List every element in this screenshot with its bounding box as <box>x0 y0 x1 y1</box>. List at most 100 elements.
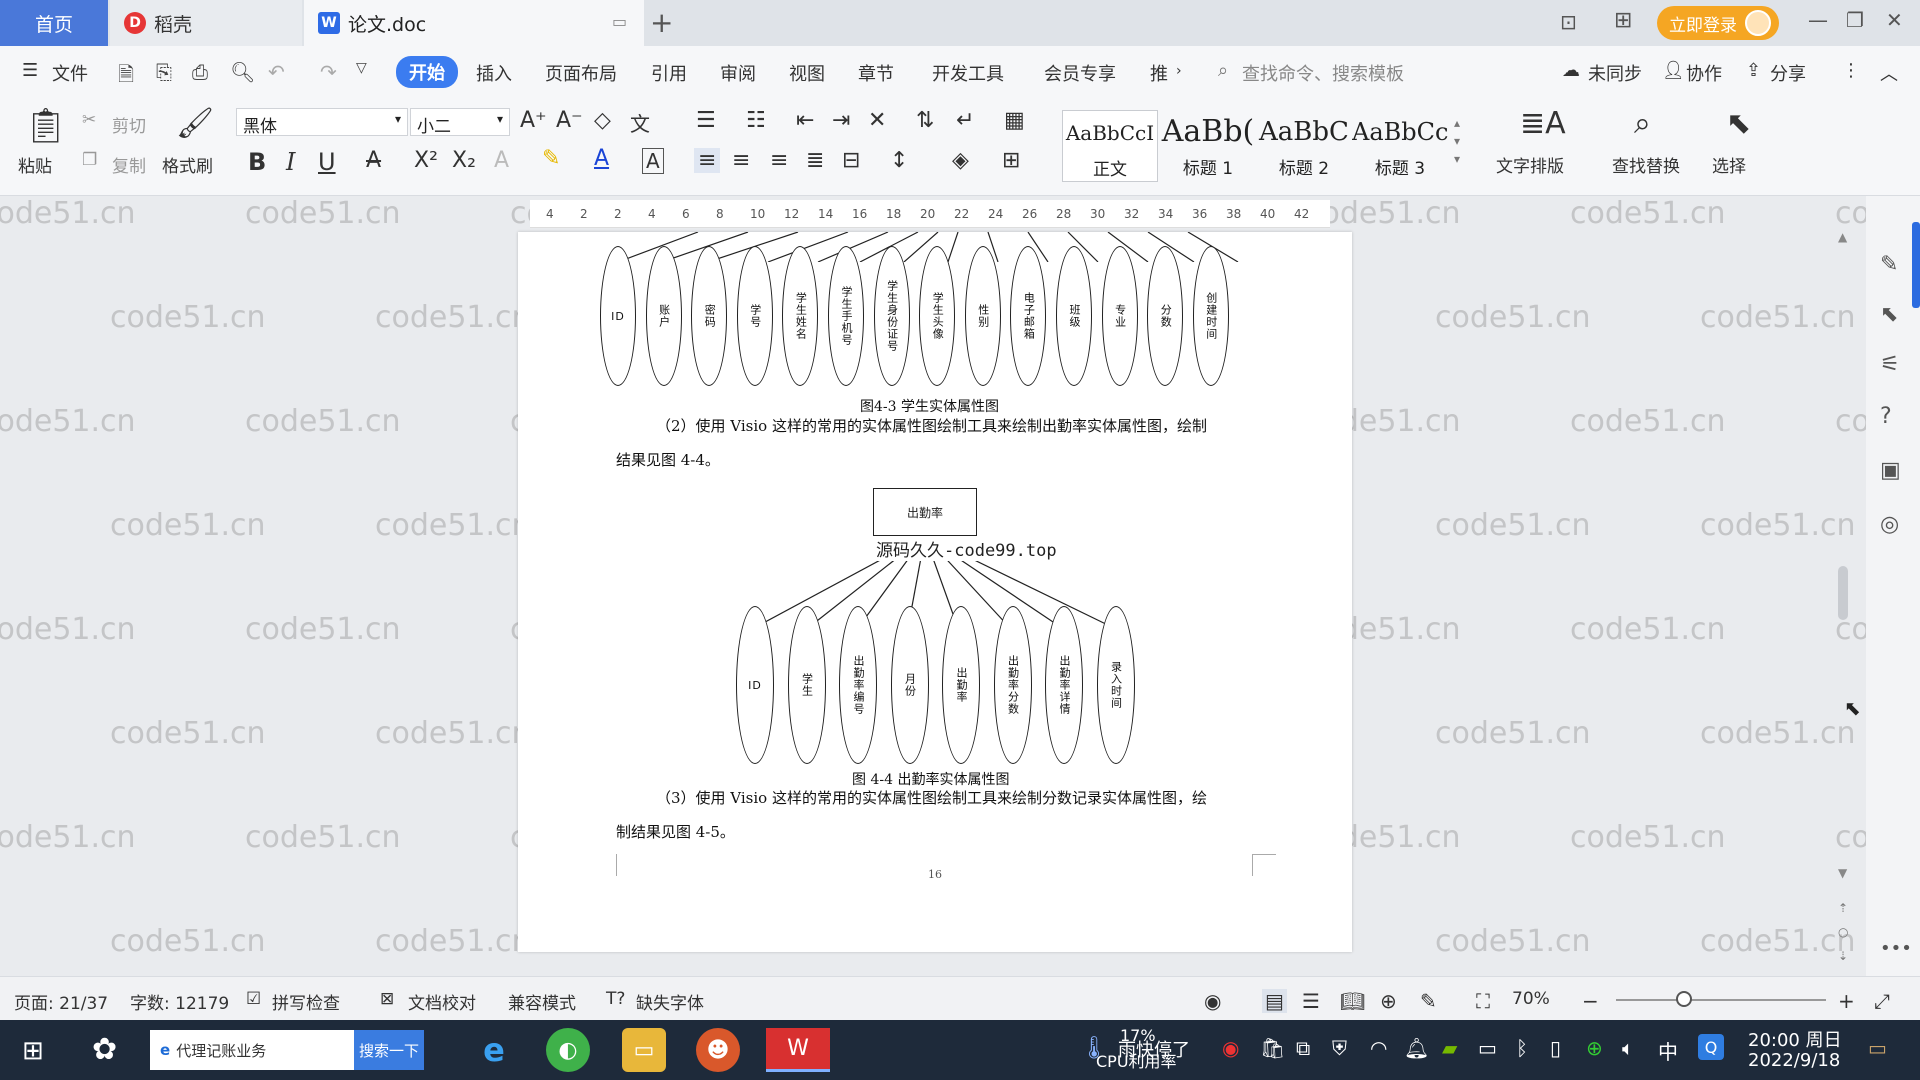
customize-chevron-icon[interactable]: ▽ <box>356 60 367 76</box>
undo-icon[interactable]: ↶ <box>268 60 285 84</box>
cut-button[interactable]: 剪切 <box>112 112 146 137</box>
word-count[interactable]: 字数: 12179 <box>130 989 229 1014</box>
notification-bell-icon[interactable]: 🔔︎ <box>1404 1036 1429 1060</box>
doc-proof-button[interactable]: 文档校对 <box>408 989 476 1014</box>
web-view-icon[interactable]: ⊕ <box>1380 989 1397 1013</box>
distribute-icon[interactable]: ⊟ <box>842 148 860 173</box>
scroll-thumb[interactable] <box>1838 566 1848 620</box>
cloud-sync-icon[interactable]: ☁ <box>1562 60 1580 81</box>
page-view-icon[interactable]: ▤ <box>1262 989 1287 1013</box>
menu-member[interactable]: 会员专享 <box>1044 60 1116 86</box>
phonetic-icon[interactable]: 文 <box>630 108 650 137</box>
menu-more[interactable]: 推 <box>1150 60 1168 86</box>
help-icon[interactable]: ? <box>1880 404 1892 429</box>
style-scroll-icon[interactable]: ▴ ▾ ▾ <box>1454 114 1460 168</box>
numbered-list-icon[interactable]: ☷ <box>746 108 766 133</box>
pointer-icon[interactable]: ⬉ <box>1880 302 1898 327</box>
fullscreen-icon[interactable]: ⤢ <box>1874 989 1890 1013</box>
qq-tray-icon[interactable]: Q <box>1698 1034 1724 1060</box>
menu-file[interactable]: 文件 <box>52 60 88 86</box>
tray-app-icon[interactable]: ◉ <box>1222 1036 1239 1060</box>
collapse-ribbon-icon[interactable]: ︿ <box>1880 60 1898 86</box>
copy-icon[interactable]: ❐ <box>82 150 97 170</box>
battery-icon[interactable]: ▭ <box>1478 1036 1497 1060</box>
underline-icon[interactable]: U <box>318 148 336 176</box>
collab-icon[interactable]: 👤︎ <box>1662 60 1685 81</box>
menu-chapter[interactable]: 章节 <box>858 60 894 86</box>
missing-font-icon[interactable]: T? <box>606 989 625 1009</box>
tray-network-app-icon[interactable]: ⧉ <box>1296 1036 1310 1060</box>
select-cursor-icon[interactable]: ⬉ <box>1726 106 1751 141</box>
image-tool-icon[interactable]: ▣ <box>1880 458 1901 483</box>
cut-icon[interactable]: ✂ <box>82 110 96 130</box>
scroll-down-icon[interactable]: ▼ <box>1838 866 1847 880</box>
menu-insert[interactable]: 插入 <box>476 60 512 86</box>
style-normal[interactable]: AaBbCcI 正文 <box>1062 110 1158 182</box>
tray-green-icon[interactable]: ⊕ <box>1586 1036 1603 1060</box>
bullet-list-icon[interactable]: ☰ <box>696 108 716 133</box>
more-options-icon[interactable]: ⋮ <box>1842 60 1860 81</box>
menu-page-layout[interactable]: 页面布局 <box>545 60 617 86</box>
vertical-scrollbar[interactable]: ▲ ▼ <box>1836 230 1850 890</box>
taskbar-search-input[interactable]: e 代理记账业务 <box>150 1030 354 1070</box>
tab-window-icon[interactable]: ▭ <box>612 12 627 31</box>
zoom-slider-thumb[interactable] <box>1676 991 1692 1007</box>
select-button[interactable]: 选择 <box>1712 152 1746 177</box>
text-layout-button[interactable]: 文字排版 <box>1496 152 1564 177</box>
export-pdf-icon[interactable]: ⎘ <box>156 60 172 84</box>
layout-icon[interactable]: ⊡ <box>1560 10 1577 34</box>
tray-bag-icon[interactable]: 🛍︎ <box>1260 1036 1285 1060</box>
tray-shield-icon[interactable]: ⛨ <box>1332 1036 1347 1060</box>
wps-taskbar-icon[interactable]: W <box>766 1028 830 1072</box>
page-indicator[interactable]: 页面: 21/37 <box>14 989 108 1014</box>
wifi-icon[interactable]: ◠ <box>1370 1036 1387 1060</box>
new-tab-icon[interactable]: + <box>650 6 673 39</box>
browser-360-icon[interactable]: ◐ <box>546 1028 590 1072</box>
format-painter-button[interactable]: 格式刷 <box>162 152 213 177</box>
bold-icon[interactable]: B <box>248 148 266 176</box>
shading-icon[interactable]: ◈ <box>952 148 969 173</box>
strikethrough-icon[interactable]: A <box>366 148 381 173</box>
ime-indicator[interactable]: 中 <box>1658 1036 1678 1065</box>
style-heading-1[interactable]: AaBb( 标题 1 <box>1160 110 1256 182</box>
game-app-icon[interactable]: ☻ <box>696 1028 740 1072</box>
clock-time[interactable]: 20:00 周日 <box>1748 1026 1842 1052</box>
zoom-level[interactable]: 70% <box>1512 989 1550 1009</box>
menu-review[interactable]: 审阅 <box>720 60 756 86</box>
search-icon[interactable]: ⌕ <box>1218 60 1228 81</box>
decrease-indent-icon[interactable]: ⇤ <box>796 108 814 133</box>
shrink-font-icon[interactable]: A⁻ <box>556 108 583 133</box>
align-right-icon[interactable]: ≡ <box>770 148 788 173</box>
superscript-icon[interactable]: X² <box>414 148 438 173</box>
align-center-icon[interactable]: ≡ <box>732 148 750 173</box>
grow-font-icon[interactable]: A⁺ <box>520 108 547 133</box>
find-replace-icon[interactable]: ⌕ <box>1634 106 1651 141</box>
app-launcher-icon[interactable]: ✿ <box>92 1032 117 1067</box>
increase-indent-icon[interactable]: ⇥ <box>832 108 850 133</box>
zoom-out-icon[interactable]: − <box>1582 989 1599 1013</box>
char-border-icon[interactable]: A <box>642 148 664 174</box>
scroll-up-icon[interactable]: ▲ <box>1838 230 1847 244</box>
sidebar-more-icon[interactable]: ••• <box>1880 938 1912 959</box>
adjust-icon[interactable]: ⚟ <box>1880 352 1900 377</box>
font-size-select[interactable]: 小二 ▾ <box>410 108 510 137</box>
fit-page-icon[interactable]: ⛶ <box>1476 989 1490 1013</box>
volume-icon[interactable]: 🔈︎ <box>1622 1036 1634 1060</box>
menu-start[interactable]: 开始 <box>396 56 458 88</box>
hamburger-icon[interactable]: ☰ <box>22 60 38 81</box>
compass-icon[interactable]: ◎ <box>1880 512 1899 537</box>
close-icon[interactable]: ✕ <box>1886 8 1903 32</box>
print-icon[interactable]: ⎙ <box>192 60 208 84</box>
menu-developer[interactable]: 开发工具 <box>932 60 1004 86</box>
apps-grid-icon[interactable]: ⊞ <box>1614 8 1632 33</box>
menu-references[interactable]: 引用 <box>651 60 687 86</box>
clear-format-icon[interactable]: ◇ <box>594 108 611 133</box>
table-grid-icon[interactable]: ▦ <box>1004 108 1025 133</box>
page-nav-icons[interactable]: ⇡ ○ ⇣ <box>1838 896 1848 968</box>
usb-icon[interactable]: ▯ <box>1550 1036 1561 1060</box>
weather-text[interactable]: 雨快停了 <box>1118 1036 1190 1062</box>
collab-button[interactable]: 协作 <box>1686 60 1722 86</box>
edit-pen-icon[interactable]: ✎ <box>1880 252 1898 277</box>
show-desktop-icon[interactable]: ▭ <box>1868 1036 1887 1060</box>
taskbar-search-button[interactable]: 搜索一下 <box>354 1030 424 1070</box>
